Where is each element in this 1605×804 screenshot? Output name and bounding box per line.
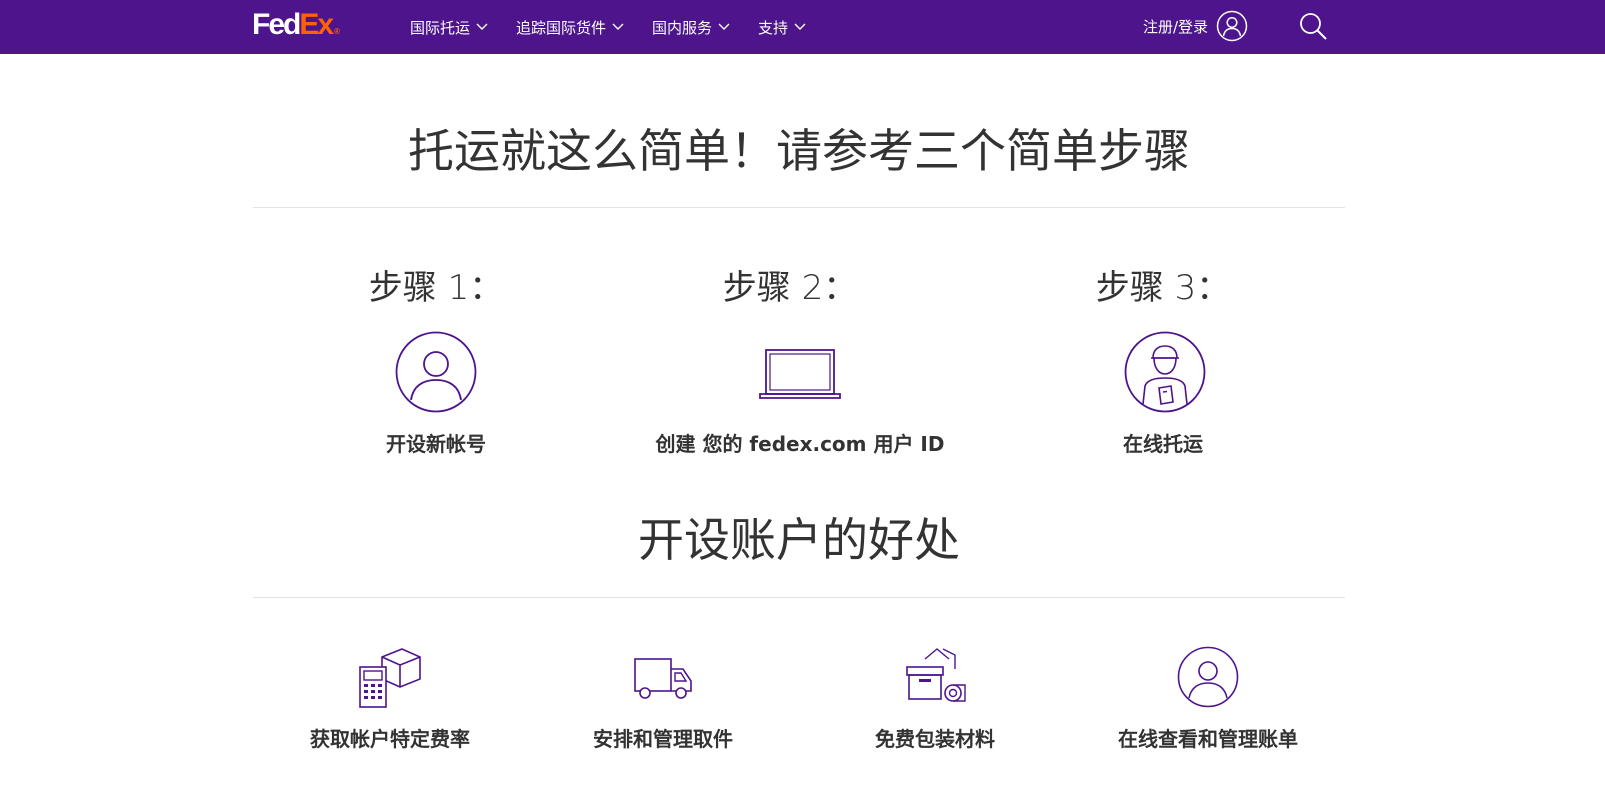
chevron-down-icon [794, 23, 806, 30]
nav-label: 国际托运 [410, 18, 471, 37]
laptop-icon [759, 349, 841, 399]
chevron-down-icon [476, 23, 488, 30]
benefit-label: 在线查看和管理账单 [1118, 727, 1298, 751]
search-icon [1300, 13, 1327, 40]
calculator-box-icon [359, 648, 421, 708]
nav-label: 支持 [758, 18, 789, 37]
benefit-label: 安排和管理取件 [593, 727, 733, 751]
nav-track-shipment[interactable]: 追踪国际货件 [516, 17, 624, 38]
nav-international-shipping[interactable]: 国际托运 [410, 17, 488, 38]
benefit-label: 获取帐户特定费率 [310, 727, 470, 751]
user-circle-icon [1177, 646, 1239, 708]
fedex-logo[interactable]: Fed Ex ® [252, 8, 340, 42]
search-button[interactable] [1296, 9, 1330, 43]
chevron-down-icon [612, 23, 624, 30]
courier-icon [1124, 331, 1206, 413]
top-nav-bar: Fed Ex ® 国际托运 追踪国际货件 国内服务 支持 注册/登录 [0, 0, 1605, 54]
step-1: 步骤 1： 开设新帐号 [266, 266, 606, 458]
step-heading: 步骤 3： [1095, 268, 1231, 308]
user-icon [1216, 10, 1248, 42]
chevron-down-icon [718, 23, 730, 30]
section-divider [253, 207, 1345, 208]
login-button[interactable]: 注册/登录 [1143, 9, 1248, 43]
step-label: 在线托运 [1123, 432, 1203, 456]
benefit-label: 免费包装材料 [875, 727, 995, 751]
step-heading: 步骤 1： [368, 268, 504, 308]
step-label: 开设新帐号 [386, 432, 486, 456]
step-3: 步骤 3： 在线托运 [993, 266, 1333, 458]
packaging-icon [906, 648, 966, 702]
main-nav: 国际托运 追踪国际货件 国内服务 支持 [410, 0, 834, 54]
benefit-pickup: 安排和管理取件 [533, 645, 793, 753]
logo-fed: Fed [252, 8, 301, 41]
logo-ex: Ex [299, 8, 334, 41]
user-circle-icon [395, 331, 477, 413]
benefit-billing: 在线查看和管理账单 [1078, 645, 1338, 753]
nav-label: 国内服务 [652, 18, 713, 37]
benefit-packaging: 免费包装材料 [805, 645, 1065, 753]
nav-domestic-services[interactable]: 国内服务 [652, 17, 730, 38]
step-2: 步骤 2： 创建 您的 fedex.com 用户 ID [630, 266, 970, 458]
nav-support[interactable]: 支持 [758, 17, 806, 38]
nav-label: 追踪国际货件 [516, 18, 607, 37]
step-heading: 步骤 2： [722, 268, 858, 308]
step-label: 创建 您的 fedex.com 用户 ID [655, 432, 945, 456]
benefits-section-title: 开设账户的好处 [638, 513, 960, 567]
steps-section-title: 托运就这么简单！请参考三个简单步骤 [408, 124, 1190, 178]
login-label: 注册/登录 [1143, 17, 1209, 36]
section-divider [253, 597, 1345, 598]
logo-registered: ® [334, 27, 340, 36]
truck-icon [634, 658, 692, 699]
benefit-account-rates: 获取帐户特定费率 [260, 645, 520, 753]
